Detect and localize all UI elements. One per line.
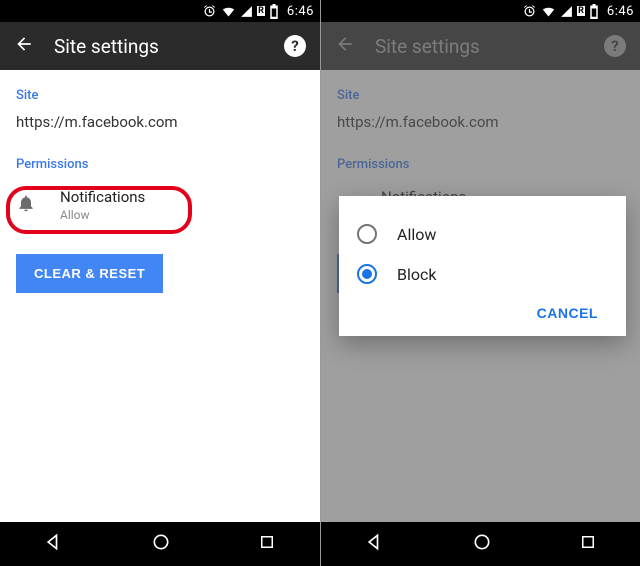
phone-left: R 6:46 Site settings ? Site https://m.fa…	[0, 0, 320, 566]
permission-title: Notifications	[60, 188, 145, 206]
back-icon[interactable]	[14, 34, 34, 58]
signal-icon	[240, 5, 253, 18]
nav-home-icon[interactable]	[151, 532, 171, 556]
help-icon[interactable]: ?	[284, 35, 306, 57]
clear-reset-button[interactable]: CLEAR & RESET	[16, 254, 163, 293]
wifi-icon	[541, 4, 556, 19]
nav-back-icon[interactable]	[365, 532, 385, 556]
page-title: Site settings	[54, 35, 264, 58]
signal-r-icon: R	[577, 6, 585, 16]
battery-icon	[589, 4, 599, 19]
nav-back-icon[interactable]	[44, 532, 64, 556]
site-section-label: Site	[16, 88, 304, 103]
radio-label-block: Block	[397, 265, 436, 284]
nav-bar	[321, 522, 640, 566]
permissions-section-label: Permissions	[16, 157, 304, 172]
radio-label-allow: Allow	[397, 225, 436, 244]
site-url: https://m.facebook.com	[16, 113, 304, 131]
permission-dialog: Allow Block CANCEL	[339, 196, 626, 336]
radio-icon	[357, 224, 377, 244]
radio-option-block[interactable]: Block	[351, 254, 614, 294]
alarm-icon	[522, 4, 537, 19]
battery-icon	[269, 4, 279, 19]
status-clock: 6:46	[607, 4, 634, 19]
signal-icon	[560, 5, 573, 18]
nav-recent-icon[interactable]	[258, 533, 276, 555]
dialog-cancel-button[interactable]: CANCEL	[531, 304, 604, 322]
status-bar: R 6:46	[0, 0, 320, 22]
phone-right: R 6:46 Site settings ? Site https://m.fa…	[320, 0, 640, 566]
permission-notifications-row[interactable]: Notifications Allow	[16, 182, 304, 232]
bell-icon	[16, 193, 36, 217]
permission-value: Allow	[60, 208, 145, 222]
wifi-icon	[221, 4, 236, 19]
alarm-icon	[202, 4, 217, 19]
content-area: Site https://m.facebook.com Permissions …	[0, 70, 320, 311]
app-bar: Site settings ?	[0, 22, 320, 70]
status-clock: 6:46	[287, 4, 314, 19]
status-bar: R 6:46	[321, 0, 640, 22]
nav-home-icon[interactable]	[472, 532, 492, 556]
dialog-actions: CANCEL	[351, 294, 614, 328]
nav-bar	[0, 522, 320, 566]
radio-option-allow[interactable]: Allow	[351, 214, 614, 254]
permission-text: Notifications Allow	[60, 188, 145, 222]
nav-recent-icon[interactable]	[579, 533, 597, 555]
radio-icon	[357, 264, 377, 284]
signal-r-icon: R	[257, 6, 265, 16]
